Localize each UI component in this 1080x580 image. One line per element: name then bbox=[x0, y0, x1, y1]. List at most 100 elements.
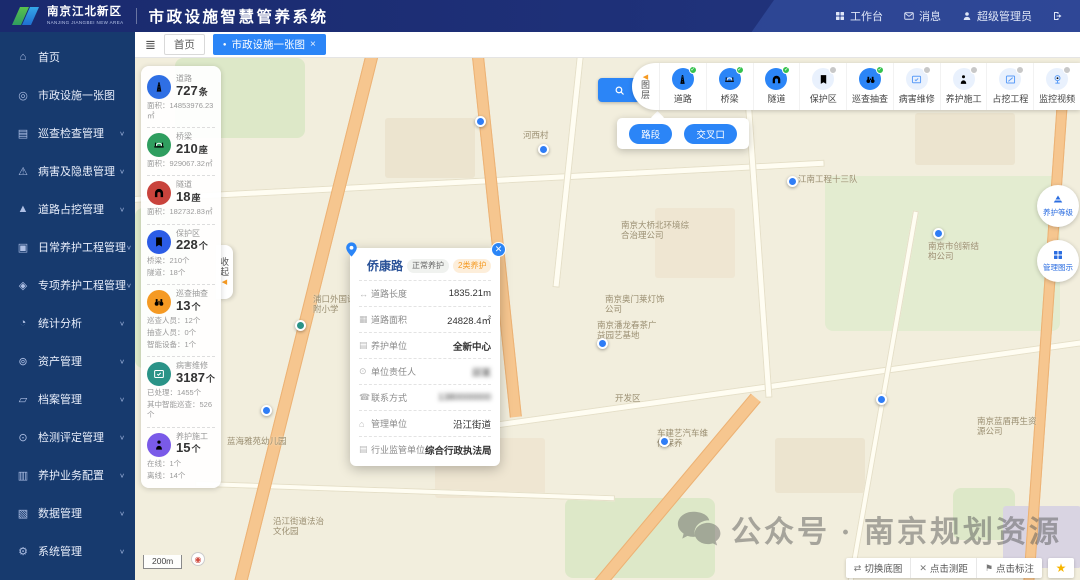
map-marker[interactable] bbox=[597, 338, 608, 349]
chevron-down-icon: ∨ bbox=[119, 129, 125, 137]
gear-icon: ⚙ bbox=[18, 545, 28, 558]
road-type-dropdown: 路段 交叉口 bbox=[617, 118, 749, 149]
collapse-arrow-icon: ◀ bbox=[221, 279, 228, 287]
management-legend-button[interactable]: 管理图示 bbox=[1037, 240, 1079, 282]
badge-icon bbox=[1016, 66, 1025, 74]
annotate-button[interactable]: ⚑ 点击标注 bbox=[977, 558, 1042, 578]
logout-button[interactable] bbox=[1052, 10, 1064, 22]
logo: 南京江北新区 NANJING JIANGBEI NEW AREA bbox=[0, 6, 124, 25]
menu-collapse-icon[interactable]: ≣ bbox=[145, 37, 156, 53]
sidebar-item-disease[interactable]: ⚠ 病害及隐患管理 ∨ bbox=[0, 152, 135, 190]
sidebar-item-maintenance-config[interactable]: ▥ 养护业务配置 ∨ bbox=[0, 456, 135, 494]
sidebar-item-system[interactable]: ⚙ 系统管理 ∨ bbox=[0, 532, 135, 570]
map-marker[interactable] bbox=[295, 320, 306, 331]
map-marker[interactable] bbox=[538, 144, 549, 155]
briefcase-icon: ▥ bbox=[17, 469, 29, 482]
folder-icon: ▱ bbox=[18, 393, 28, 406]
grid-icon bbox=[834, 10, 846, 22]
logo-subtitle: NANJING JIANGBEI NEW AREA bbox=[47, 19, 124, 25]
map-bottom-toolbar: ⇄ 切换底图 ✕ 点击测距 ⚑ 点击标注 bbox=[845, 558, 1042, 578]
map-marker[interactable] bbox=[475, 116, 486, 127]
toolbar-item-bridge[interactable]: ✓ 桥梁 bbox=[707, 63, 754, 110]
mail-icon bbox=[903, 10, 915, 22]
home-icon: ⌂ bbox=[359, 418, 365, 429]
protected-area-icon bbox=[812, 66, 838, 90]
worker-icon bbox=[952, 66, 978, 90]
stat-protected-area: 保护区 228个 桥梁：210个 隧道：18个 bbox=[147, 223, 215, 281]
popup-row-management-unit: ⌂ 管理单位 沿江街道 bbox=[359, 410, 491, 436]
map-marker[interactable] bbox=[876, 394, 887, 405]
active-dot-icon: ● bbox=[222, 41, 227, 48]
measure-distance-button[interactable]: ✕ 点击测距 bbox=[911, 558, 977, 578]
popup-row-supervision-unit: ▤ 行业监管单位 综合行政执法局 bbox=[359, 436, 492, 462]
switch-basemap-button[interactable]: ⇄ 切换底图 bbox=[846, 558, 912, 578]
bridge-icon: ✓ bbox=[718, 66, 744, 90]
messages-button[interactable]: 消息 bbox=[903, 8, 941, 24]
tunnel-icon bbox=[147, 181, 171, 206]
map-building bbox=[775, 438, 865, 493]
chevron-down-icon: ∨ bbox=[119, 319, 125, 327]
app-window: 南京江北新区 NANJING JIANGBEI NEW AREA 市政设施智慧管… bbox=[0, 0, 1080, 580]
user-menu[interactable]: 超级管理员 bbox=[961, 8, 1032, 24]
length-icon: ↔ bbox=[359, 288, 368, 299]
toolbar-item-protected-area[interactable]: 保护区 bbox=[800, 63, 848, 110]
logo-icon bbox=[11, 7, 40, 25]
camera-icon bbox=[1046, 66, 1072, 90]
sidebar-item-archives[interactable]: ▱ 档案管理 ∨ bbox=[0, 380, 135, 418]
sidebar-item-data[interactable]: ▧ 数据管理 ∨ bbox=[0, 494, 135, 532]
sidebar-item-home[interactable]: ⌂ 首页 bbox=[0, 38, 135, 76]
swap-icon: ⇄ bbox=[853, 562, 862, 573]
chevron-down-icon: ∨ bbox=[126, 281, 132, 289]
chevron-down-icon: ∨ bbox=[119, 357, 125, 365]
intersection-button[interactable]: 交叉口 bbox=[684, 123, 737, 144]
map-scale: 200m bbox=[143, 555, 183, 569]
building-icon: ▤ bbox=[359, 340, 368, 350]
sidebar-item-daily-maintenance[interactable]: ▣ 日常养护工程管理 ∨ bbox=[0, 228, 135, 266]
check-badge-icon: ✓ bbox=[688, 66, 697, 74]
map-label: 江南工程十三队 bbox=[798, 174, 858, 184]
map-marker[interactable] bbox=[261, 405, 272, 416]
map-marker[interactable] bbox=[787, 176, 798, 187]
card-icon: ▣ bbox=[17, 241, 29, 254]
map-label: 蓝海雅苑幼儿园 bbox=[227, 436, 287, 446]
sidebar-item-assets[interactable]: ⊚ 资产管理 ∨ bbox=[0, 342, 135, 380]
chevron-down-icon: ∨ bbox=[119, 395, 125, 403]
sidebar-item-assessment[interactable]: ⊙ 检测评定管理 ∨ bbox=[0, 418, 135, 456]
tab-facility-map[interactable]: ● 市政设施一张图 × bbox=[212, 34, 326, 55]
search-icon bbox=[613, 84, 626, 97]
sidebar-item-excavation[interactable]: ▲ 道路占挖管理 ∨ bbox=[0, 190, 135, 228]
chevron-down-icon: ∨ bbox=[126, 243, 132, 251]
favorite-button[interactable]: ★ bbox=[1048, 558, 1074, 578]
toolbar-item-inspection[interactable]: ✓ 巡查抽查 bbox=[847, 63, 894, 110]
road-icon: ✓ bbox=[671, 66, 697, 90]
pyramid-icon bbox=[1052, 194, 1064, 206]
flag-icon: ⚑ bbox=[984, 562, 993, 573]
popup-row-length: ↔ 道路长度 1835.21m bbox=[359, 280, 491, 306]
map-canvas[interactable]: 河西村 江南工程十三队 南京大桥北环境综合治理公司 南京市创新结构公司 南京奥门… bbox=[135, 58, 1080, 580]
home-icon: ⌂ bbox=[19, 51, 27, 63]
tab-home[interactable]: 首页 bbox=[163, 34, 205, 55]
road-segment-button[interactable]: 路段 bbox=[629, 123, 673, 144]
sidebar-item-statistics[interactable]: ◔ 统计分析 ∨ bbox=[0, 304, 135, 342]
maintenance-level-button[interactable]: 养护等级 bbox=[1037, 185, 1079, 227]
toolbar-item-video[interactable]: 监控视频 bbox=[1034, 63, 1080, 110]
sidebar-item-facility-map[interactable]: ◎ 市政设施一张图 bbox=[0, 76, 135, 114]
badge-icon bbox=[969, 66, 978, 74]
toolbar-item-excavation[interactable]: 占挖工程 bbox=[987, 63, 1035, 110]
popup-title: 侨康路 bbox=[367, 259, 404, 273]
layer-toggle-button[interactable]: ◀ 图层 bbox=[632, 63, 660, 110]
bridge-icon bbox=[147, 133, 171, 158]
close-icon[interactable]: × bbox=[310, 39, 316, 50]
toolbar-item-construction[interactable]: 养护施工 bbox=[941, 63, 988, 110]
workbench-button[interactable]: 工作台 bbox=[834, 8, 883, 24]
map-marker[interactable] bbox=[659, 436, 670, 447]
map-building bbox=[655, 208, 735, 278]
popup-row-area: ▦ 道路面积 24828.4㎡ bbox=[359, 306, 491, 332]
toolbar-item-disease-repair[interactable]: 病害维修 bbox=[894, 63, 941, 110]
popup-close-button[interactable]: ✕ bbox=[491, 242, 506, 257]
toolbar-item-road[interactable]: ✓ 道路 bbox=[660, 63, 707, 110]
sidebar-item-inspection[interactable]: ▤ 巡查检查管理 ∨ bbox=[0, 114, 135, 152]
sidebar-item-special-maintenance[interactable]: ◈ 专项养护工程管理 ∨ bbox=[0, 266, 135, 304]
map-marker[interactable] bbox=[933, 228, 944, 239]
toolbar-item-tunnel[interactable]: ✓ 隧道 bbox=[754, 63, 801, 110]
